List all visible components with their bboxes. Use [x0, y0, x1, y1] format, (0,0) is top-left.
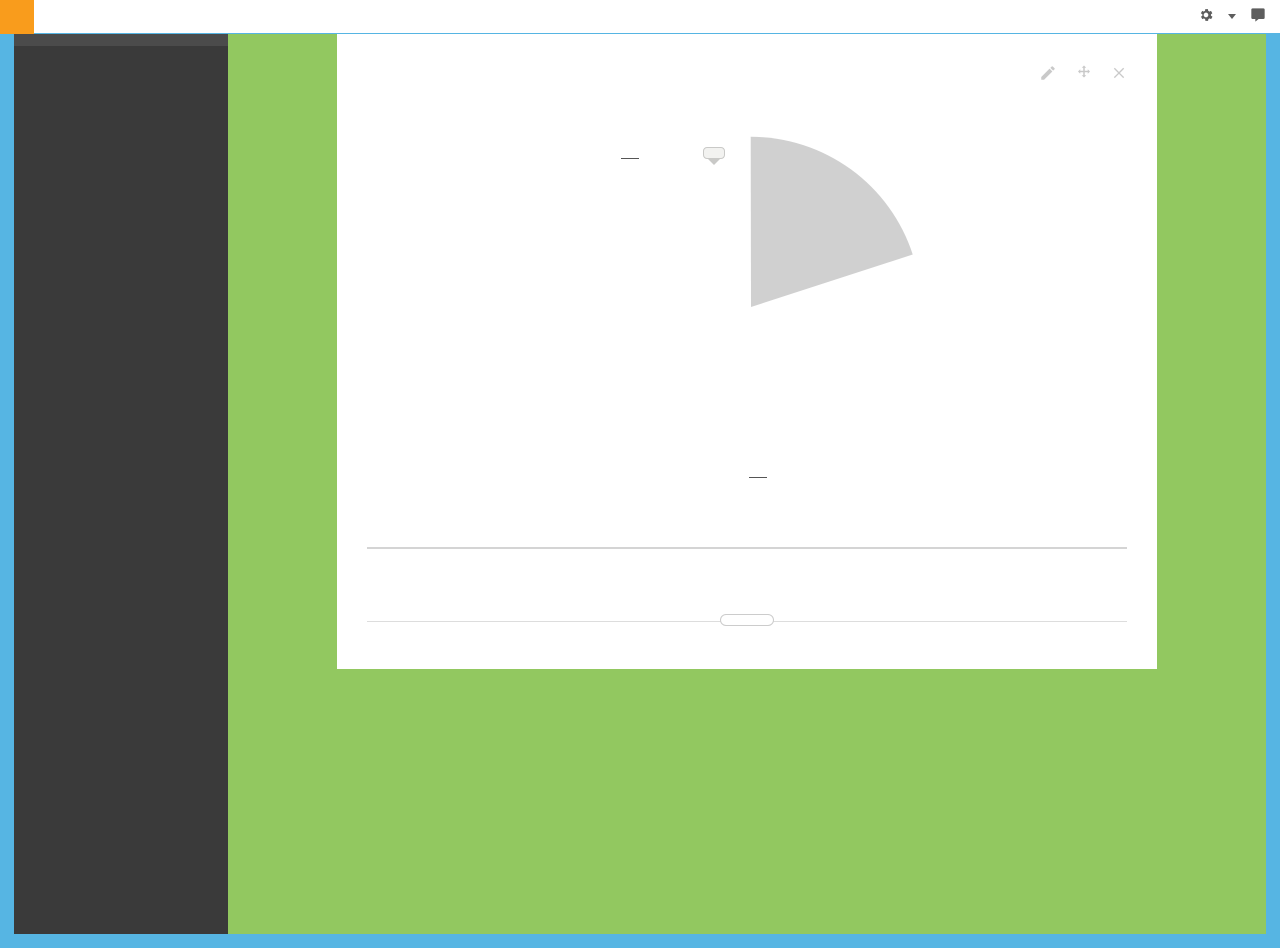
- sidebar: [14, 34, 228, 934]
- pie-chart: [367, 107, 1127, 507]
- delete-icon[interactable]: [1111, 64, 1127, 87]
- insert-button[interactable]: [720, 614, 774, 626]
- gear-icon: [1198, 7, 1214, 26]
- chart-tooltip: [703, 147, 725, 159]
- question-actions: [1039, 64, 1127, 87]
- chevron-down-icon: [1228, 14, 1236, 19]
- results-table: [367, 527, 1127, 573]
- nav-right: [1198, 0, 1280, 34]
- work-area: [14, 34, 1266, 934]
- question-header: [367, 64, 1127, 87]
- account-menu[interactable]: [1198, 7, 1236, 26]
- report-stage: [228, 34, 1266, 934]
- report-card: [337, 34, 1157, 669]
- top-nav: [0, 0, 1280, 34]
- col-count: [960, 527, 1127, 548]
- insert-row: [367, 613, 1127, 629]
- sidebar-title: [14, 34, 228, 46]
- col-percent: [732, 527, 823, 548]
- speech-bubble-icon: [1250, 7, 1266, 26]
- pie-svg: [577, 127, 925, 487]
- col-value: [367, 527, 732, 548]
- total-count: [960, 548, 1127, 573]
- need-help-button[interactable]: [1250, 7, 1270, 26]
- brand-logo[interactable]: [0, 0, 34, 34]
- move-icon[interactable]: [1075, 64, 1093, 87]
- total-label: [823, 548, 960, 573]
- edit-icon[interactable]: [1039, 64, 1057, 87]
